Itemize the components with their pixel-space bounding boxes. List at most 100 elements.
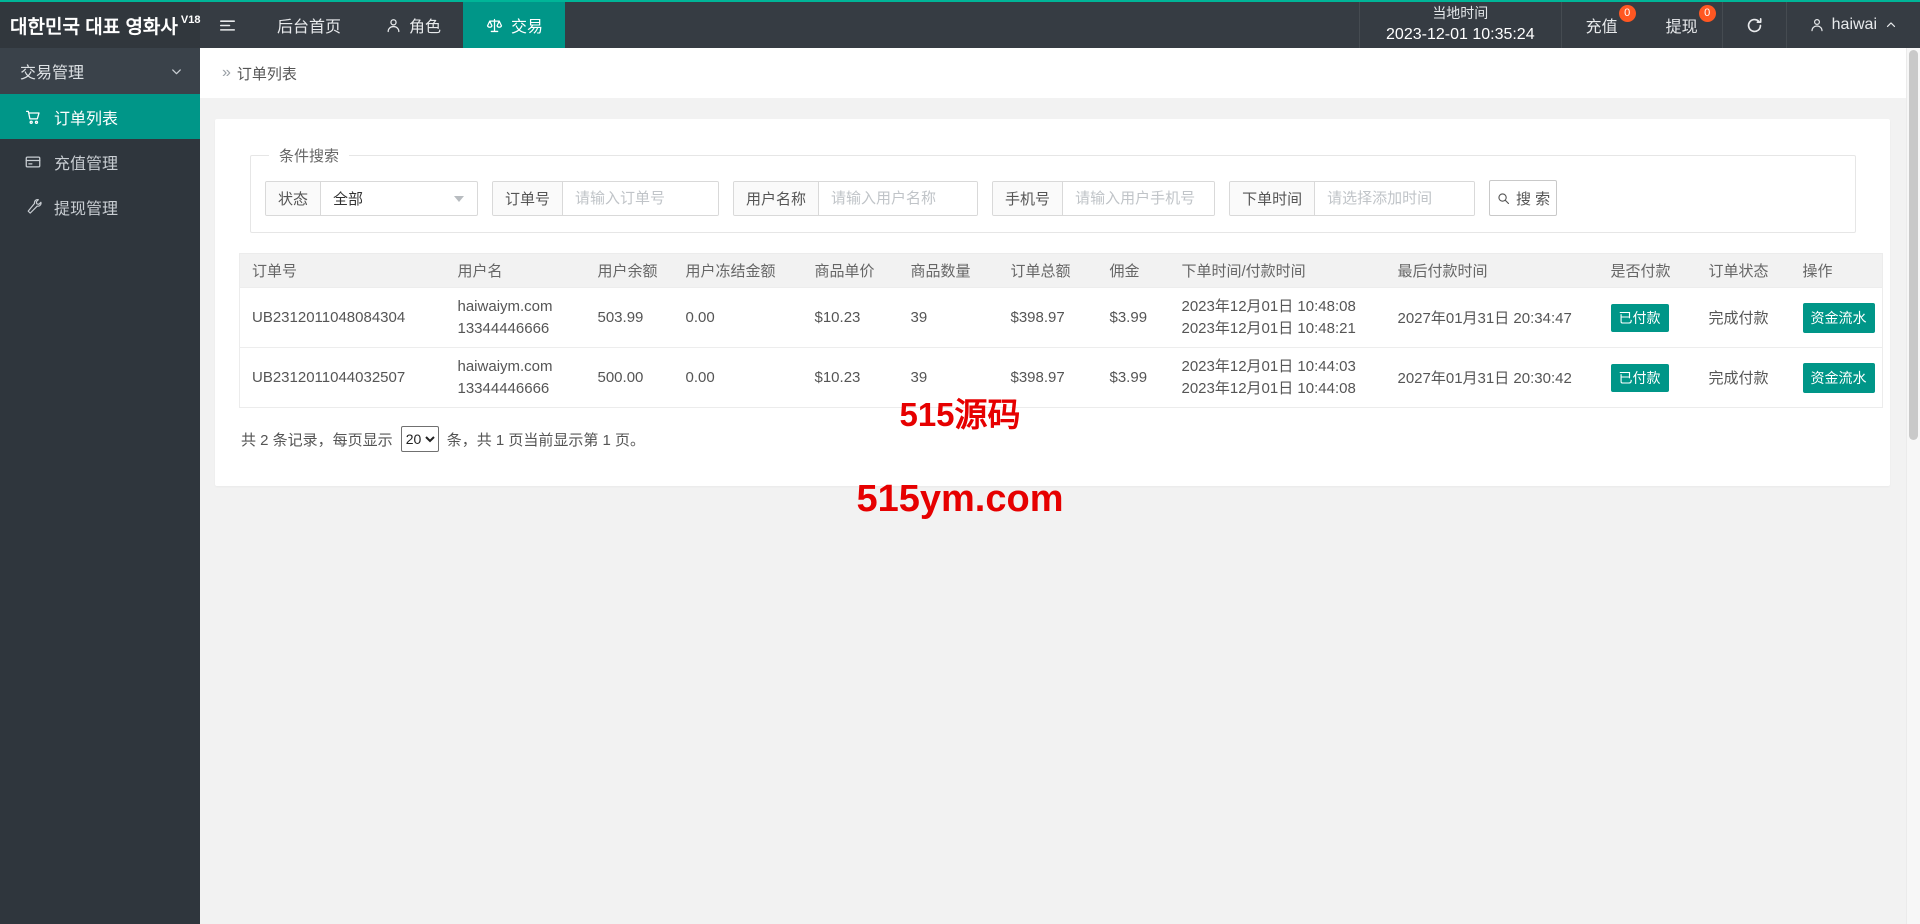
order-time-filter-label: 下单时间 bbox=[1230, 181, 1316, 215]
cell-order-pay-time: 2023年12月01日 10:48:08 2023年12月01日 10:48:2… bbox=[1169, 287, 1386, 348]
order-no-input[interactable] bbox=[563, 181, 719, 215]
status-select[interactable]: 全部 bbox=[321, 182, 477, 215]
column-header: 订单号 bbox=[239, 253, 446, 288]
nav-item-label: 后台首页 bbox=[277, 19, 342, 36]
column-header: 是否付款 bbox=[1598, 253, 1697, 288]
search-button[interactable]: 搜 索 bbox=[1489, 180, 1558, 216]
cell-unit-price: $10.23 bbox=[802, 347, 899, 408]
local-time-value: 2023-12-01 10:35:24 bbox=[1386, 25, 1535, 43]
recharge-button[interactable]: 充值 0 bbox=[1560, 2, 1642, 48]
sidebar-item-label: 提现管理 bbox=[54, 200, 119, 218]
order-time: 2023年12月01日 10:44:03 bbox=[1181, 357, 1356, 375]
page-size-select[interactable]: 20 bbox=[400, 426, 439, 452]
chevron-up-icon bbox=[1884, 18, 1898, 32]
pagination-prefix: 共 2 条记录，每页显示 bbox=[241, 431, 393, 449]
sidebar-item-label: 充值管理 bbox=[54, 155, 119, 173]
withdraw-label: 提现 bbox=[1665, 19, 1698, 36]
column-header: 最后付款时间 bbox=[1385, 253, 1599, 288]
recharge-label: 充值 bbox=[1585, 19, 1618, 36]
column-header: 佣金 bbox=[1097, 253, 1170, 288]
order-time: 2023年12月01日 10:48:08 bbox=[1181, 297, 1356, 315]
local-time-label: 当地时间 bbox=[1432, 5, 1489, 21]
table-row: UB2312011044032507 haiwaiym.com 13344446… bbox=[239, 347, 1883, 408]
nav-item-roles[interactable]: 角色 bbox=[363, 2, 463, 48]
sidebar-toggle-button[interactable] bbox=[200, 2, 255, 48]
order-table: 订单号 用户名 用户余额 用户冻结金额 商品单价 商品数量 订单总额 佣金 下单… bbox=[239, 253, 1883, 408]
nav-item-label: 角色 bbox=[409, 19, 442, 36]
search-panel-title: 条件搜索 bbox=[279, 148, 340, 165]
pay-time: 2023年12月01日 10:44:08 bbox=[1181, 379, 1356, 397]
table-header-row: 订单号 用户名 用户余额 用户冻结金额 商品单价 商品数量 订单总额 佣金 下单… bbox=[239, 253, 1883, 288]
user-phone: 13344446666 bbox=[457, 319, 550, 337]
sidebar-item-withdraw-management[interactable]: 提现管理 bbox=[0, 184, 200, 229]
search-panel: 条件搜索 状态 全部 订单号 请输入订单号 用户名称 请输入用户名称 手机号 请… bbox=[250, 145, 1856, 233]
cell-commission: $3.99 bbox=[1097, 287, 1170, 348]
topbar-right: 当地时间 2023-12-01 10:35:24 充值 0 提现 0 haiwa… bbox=[1359, 2, 1920, 48]
sidebar-item-order-list[interactable]: 订单列表 bbox=[0, 94, 200, 139]
fund-flow-button[interactable]: 资金流水 bbox=[1802, 302, 1875, 333]
scrollbar-thumb[interactable] bbox=[1909, 50, 1918, 440]
user-menu[interactable]: haiwai bbox=[1785, 2, 1920, 48]
nav-item-dashboard[interactable]: 后台首页 bbox=[255, 2, 363, 48]
status-filter-label: 状态 bbox=[266, 181, 322, 215]
phone-filter-label: 手机号 bbox=[993, 181, 1064, 215]
cell-actions: 资金流水 bbox=[1790, 347, 1883, 408]
user-name-input[interactable] bbox=[819, 181, 978, 215]
refresh-button[interactable] bbox=[1721, 2, 1786, 48]
pay-time: 2023年12月01日 10:48:21 bbox=[1181, 319, 1356, 337]
card-icon bbox=[24, 153, 42, 171]
order-list-card: 条件搜索 状态 全部 订单号 请输入订单号 用户名称 请输入用户名称 手机号 请… bbox=[215, 119, 1890, 486]
sidebar-group-trade-management[interactable]: 交易管理 bbox=[0, 48, 200, 94]
nav-item-label: 交易 bbox=[511, 19, 544, 36]
refresh-icon bbox=[1745, 16, 1764, 35]
order-no-filter-group: 订单号 bbox=[492, 180, 720, 216]
user-email: haiwaiym.com bbox=[457, 297, 553, 315]
cell-paid: 已付款 bbox=[1598, 287, 1697, 348]
hamburger-icon bbox=[218, 16, 237, 35]
cell-order-no: UB2312011048084304 bbox=[239, 287, 446, 348]
admin-page: 대한민국 대표 영화사 V18 后台首页 角色 交易 当地时间 2023-12-… bbox=[0, 0, 1920, 924]
breadcrumb-label: 订单列表 bbox=[236, 65, 297, 83]
column-header: 商品数量 bbox=[898, 253, 999, 288]
person-icon bbox=[385, 17, 402, 34]
status-select-value: 全部 bbox=[333, 190, 364, 208]
order-time-filter-group: 下单时间 bbox=[1229, 180, 1476, 216]
column-header: 下单时间/付款时间 bbox=[1169, 253, 1386, 288]
cell-order-pay-time: 2023年12月01日 10:44:03 2023年12月01日 10:44:0… bbox=[1169, 347, 1386, 408]
cell-user: haiwaiym.com 13344446666 bbox=[445, 287, 586, 348]
cell-frozen: 0.00 bbox=[673, 287, 803, 348]
fund-flow-button[interactable]: 资金流水 bbox=[1802, 362, 1875, 393]
cell-total: $398.97 bbox=[998, 347, 1098, 408]
cart-icon bbox=[24, 108, 42, 126]
sidebar-item-recharge-management[interactable]: 充值管理 bbox=[0, 139, 200, 184]
page-body: 交易管理 订单列表 充值管理 提现管理 » 订单列表 条件搜索 状态 全部 订单… bbox=[0, 48, 1920, 924]
cell-qty: 39 bbox=[898, 347, 999, 408]
logo-text: 대한민국 대표 영화사 bbox=[10, 16, 178, 38]
order-time-input[interactable] bbox=[1315, 181, 1475, 215]
column-header: 用户冻结金额 bbox=[673, 253, 803, 288]
cell-order-no: UB2312011044032507 bbox=[239, 347, 446, 408]
user-name-filter-label: 用户名称 bbox=[734, 181, 820, 215]
cell-balance: 503.99 bbox=[585, 287, 674, 348]
scales-icon bbox=[485, 16, 504, 35]
page-scrollbar[interactable] bbox=[1906, 48, 1920, 924]
column-header: 用户余额 bbox=[585, 253, 674, 288]
order-no-filter-label: 订单号 bbox=[493, 181, 564, 215]
status-filter-group: 状态 全部 bbox=[265, 180, 479, 216]
paid-status-badge: 已付款 bbox=[1610, 303, 1669, 332]
column-header: 订单状态 bbox=[1696, 253, 1791, 288]
username: haiwai bbox=[1831, 16, 1877, 33]
topbar: 대한민국 대표 영화사 V18 后台首页 角色 交易 当地时间 2023-12-… bbox=[0, 0, 1920, 48]
cell-total: $398.97 bbox=[998, 287, 1098, 348]
column-header: 用户名 bbox=[445, 253, 586, 288]
cell-qty: 39 bbox=[898, 287, 999, 348]
pagination-suffix: 条，共 1 页当前显示第 1 页。 bbox=[446, 431, 646, 449]
nav-item-trade[interactable]: 交易 bbox=[463, 2, 566, 48]
cell-user: haiwaiym.com 13344446666 bbox=[445, 347, 586, 408]
breadcrumb: » 订单列表 bbox=[200, 48, 1906, 98]
phone-input[interactable] bbox=[1063, 181, 1215, 215]
column-header: 商品单价 bbox=[802, 253, 899, 288]
main-area: » 订单列表 条件搜索 状态 全部 订单号 请输入订单号 用户名称 请输入用户名… bbox=[200, 48, 1906, 924]
withdraw-button[interactable]: 提现 0 bbox=[1642, 2, 1722, 48]
paid-status-badge: 已付款 bbox=[1610, 363, 1669, 392]
